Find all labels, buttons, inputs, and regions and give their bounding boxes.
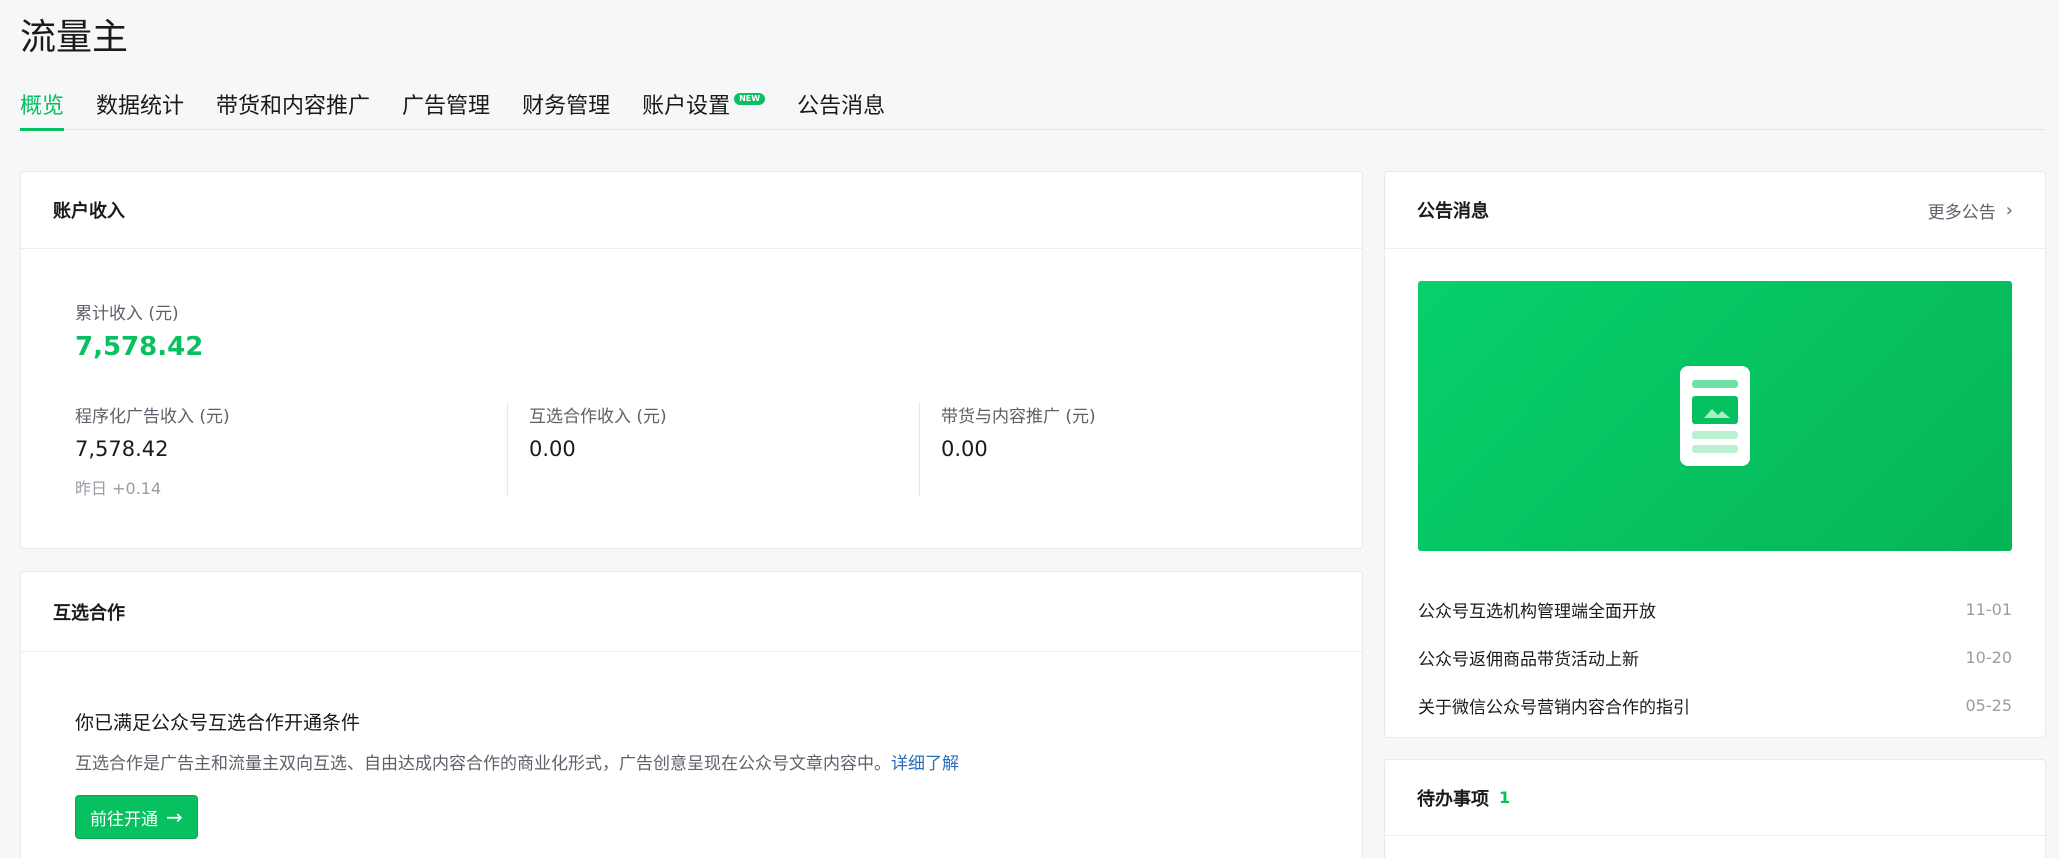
more-announcements-link[interactable]: 更多公告 › [1928, 198, 2045, 223]
mutual-description-text: 互选合作是广告主和流量主双向互选、自由达成内容合作的商业化形式，广告创意呈现在公… [75, 754, 891, 774]
stat-value: 0.00 [529, 437, 576, 461]
learn-more-link[interactable]: 详细了解 [891, 754, 959, 774]
tab-account-settings[interactable]: 账户设置 NEW [642, 84, 766, 130]
mutual-card-title: 互选合作 [53, 602, 125, 624]
announcement-date: 10-20 [1965, 647, 2013, 667]
income-card-title: 账户收入 [53, 201, 125, 222]
announcement-banner[interactable] [1418, 281, 2012, 551]
arrow-right-icon: → [166, 805, 183, 829]
tab-account-settings-label: 账户设置 [642, 94, 731, 119]
announcement-title: 公众号返佣商品带货活动上新 [1418, 649, 1639, 670]
go-activate-button[interactable]: 前往开通 → [75, 795, 198, 839]
stat-commerce-content: 带货与内容推广 (元) 0.00 [919, 402, 1331, 499]
announcement-title: 关于微信公众号营销内容合作的指引 [1418, 697, 1690, 718]
announcement-date: 11-01 [1965, 599, 2013, 619]
todo-card: 待办事项 1 [1384, 759, 2046, 858]
stat-label: 带货与内容推广 (元) [941, 407, 1096, 427]
mutual-headline: 你已满足公众号互选合作开通条件 [75, 712, 361, 734]
tab-overview[interactable]: 概览 [20, 84, 65, 131]
tab-data-statistics[interactable]: 数据统计 [96, 84, 184, 130]
todo-count-badge: 1 [1499, 788, 1511, 807]
announcement-item[interactable]: 关于微信公众号营销内容合作的指引 05-25 [1418, 681, 2012, 729]
stat-mutual-selection: 互选合作收入 (元) 0.00 [507, 402, 919, 499]
stat-value: 7,578.42 [75, 437, 169, 461]
more-announcements-label: 更多公告 [1927, 202, 1996, 223]
yesterday-label: 昨日 [75, 479, 108, 498]
stat-value: 0.00 [941, 437, 988, 461]
todo-card-header: 待办事项 1 [1385, 760, 2045, 836]
yesterday-delta: +0.14 [112, 479, 162, 498]
stat-yesterday: 昨日 +0.14 [75, 475, 487, 499]
total-income-label: 累计收入 (元) [75, 304, 179, 324]
total-income-value: 7,578.42 [75, 332, 204, 362]
main-tabs: 概览 数据统计 带货和内容推广 广告管理 财务管理 账户设置 NEW 公告消息 [20, 84, 2045, 131]
tab-commerce-promotion[interactable]: 带货和内容推广 [216, 84, 370, 130]
go-activate-label: 前往开通 [90, 809, 158, 830]
page-title: 流量主 [20, 17, 129, 58]
tab-ad-management[interactable]: 广告管理 [402, 84, 490, 130]
announcement-item[interactable]: 公众号返佣商品带货活动上新 10-20 [1418, 633, 2012, 681]
mutual-selection-card: 互选合作 你已满足公众号互选合作开通条件 互选合作是广告主和流量主双向互选、自由… [20, 571, 1363, 858]
tab-announcements[interactable]: 公告消息 [797, 84, 885, 130]
todo-card-title: 待办事项 [1417, 788, 1489, 810]
income-card-header: 账户收入 [21, 172, 1362, 249]
income-card: 账户收入 累计收入 (元) 7,578.42 程序化广告收入 (元) 7,578… [20, 171, 1363, 549]
tab-finance[interactable]: 财务管理 [522, 84, 610, 130]
stat-label: 互选合作收入 (元) [529, 407, 667, 427]
stat-programmatic-ad: 程序化广告收入 (元) 7,578.42 昨日 +0.14 [75, 402, 507, 499]
announcements-card-header: 公告消息 更多公告 › [1385, 172, 2045, 249]
announcements-card: 公告消息 更多公告 › 公众号互选机构管理端全面开放 11-01 公众号返佣商品… [1384, 171, 2046, 738]
stat-label: 程序化广告收入 (元) [75, 407, 230, 427]
announcement-title: 公众号互选机构管理端全面开放 [1418, 601, 1656, 622]
document-image-icon [1680, 366, 1750, 466]
mutual-description: 互选合作是广告主和流量主双向互选、自由达成内容合作的商业化形式，广告创意呈现在公… [75, 749, 1362, 774]
announcement-item[interactable]: 公众号互选机构管理端全面开放 11-01 [1418, 585, 2012, 633]
announcement-list: 公众号互选机构管理端全面开放 11-01 公众号返佣商品带货活动上新 10-20… [1418, 585, 2012, 729]
announcement-date: 05-25 [1965, 695, 2013, 715]
chevron-right-icon: › [2005, 199, 2013, 221]
new-badge: NEW [734, 93, 766, 105]
mutual-card-header: 互选合作 [21, 572, 1362, 652]
announcements-card-title: 公告消息 [1417, 201, 1489, 222]
